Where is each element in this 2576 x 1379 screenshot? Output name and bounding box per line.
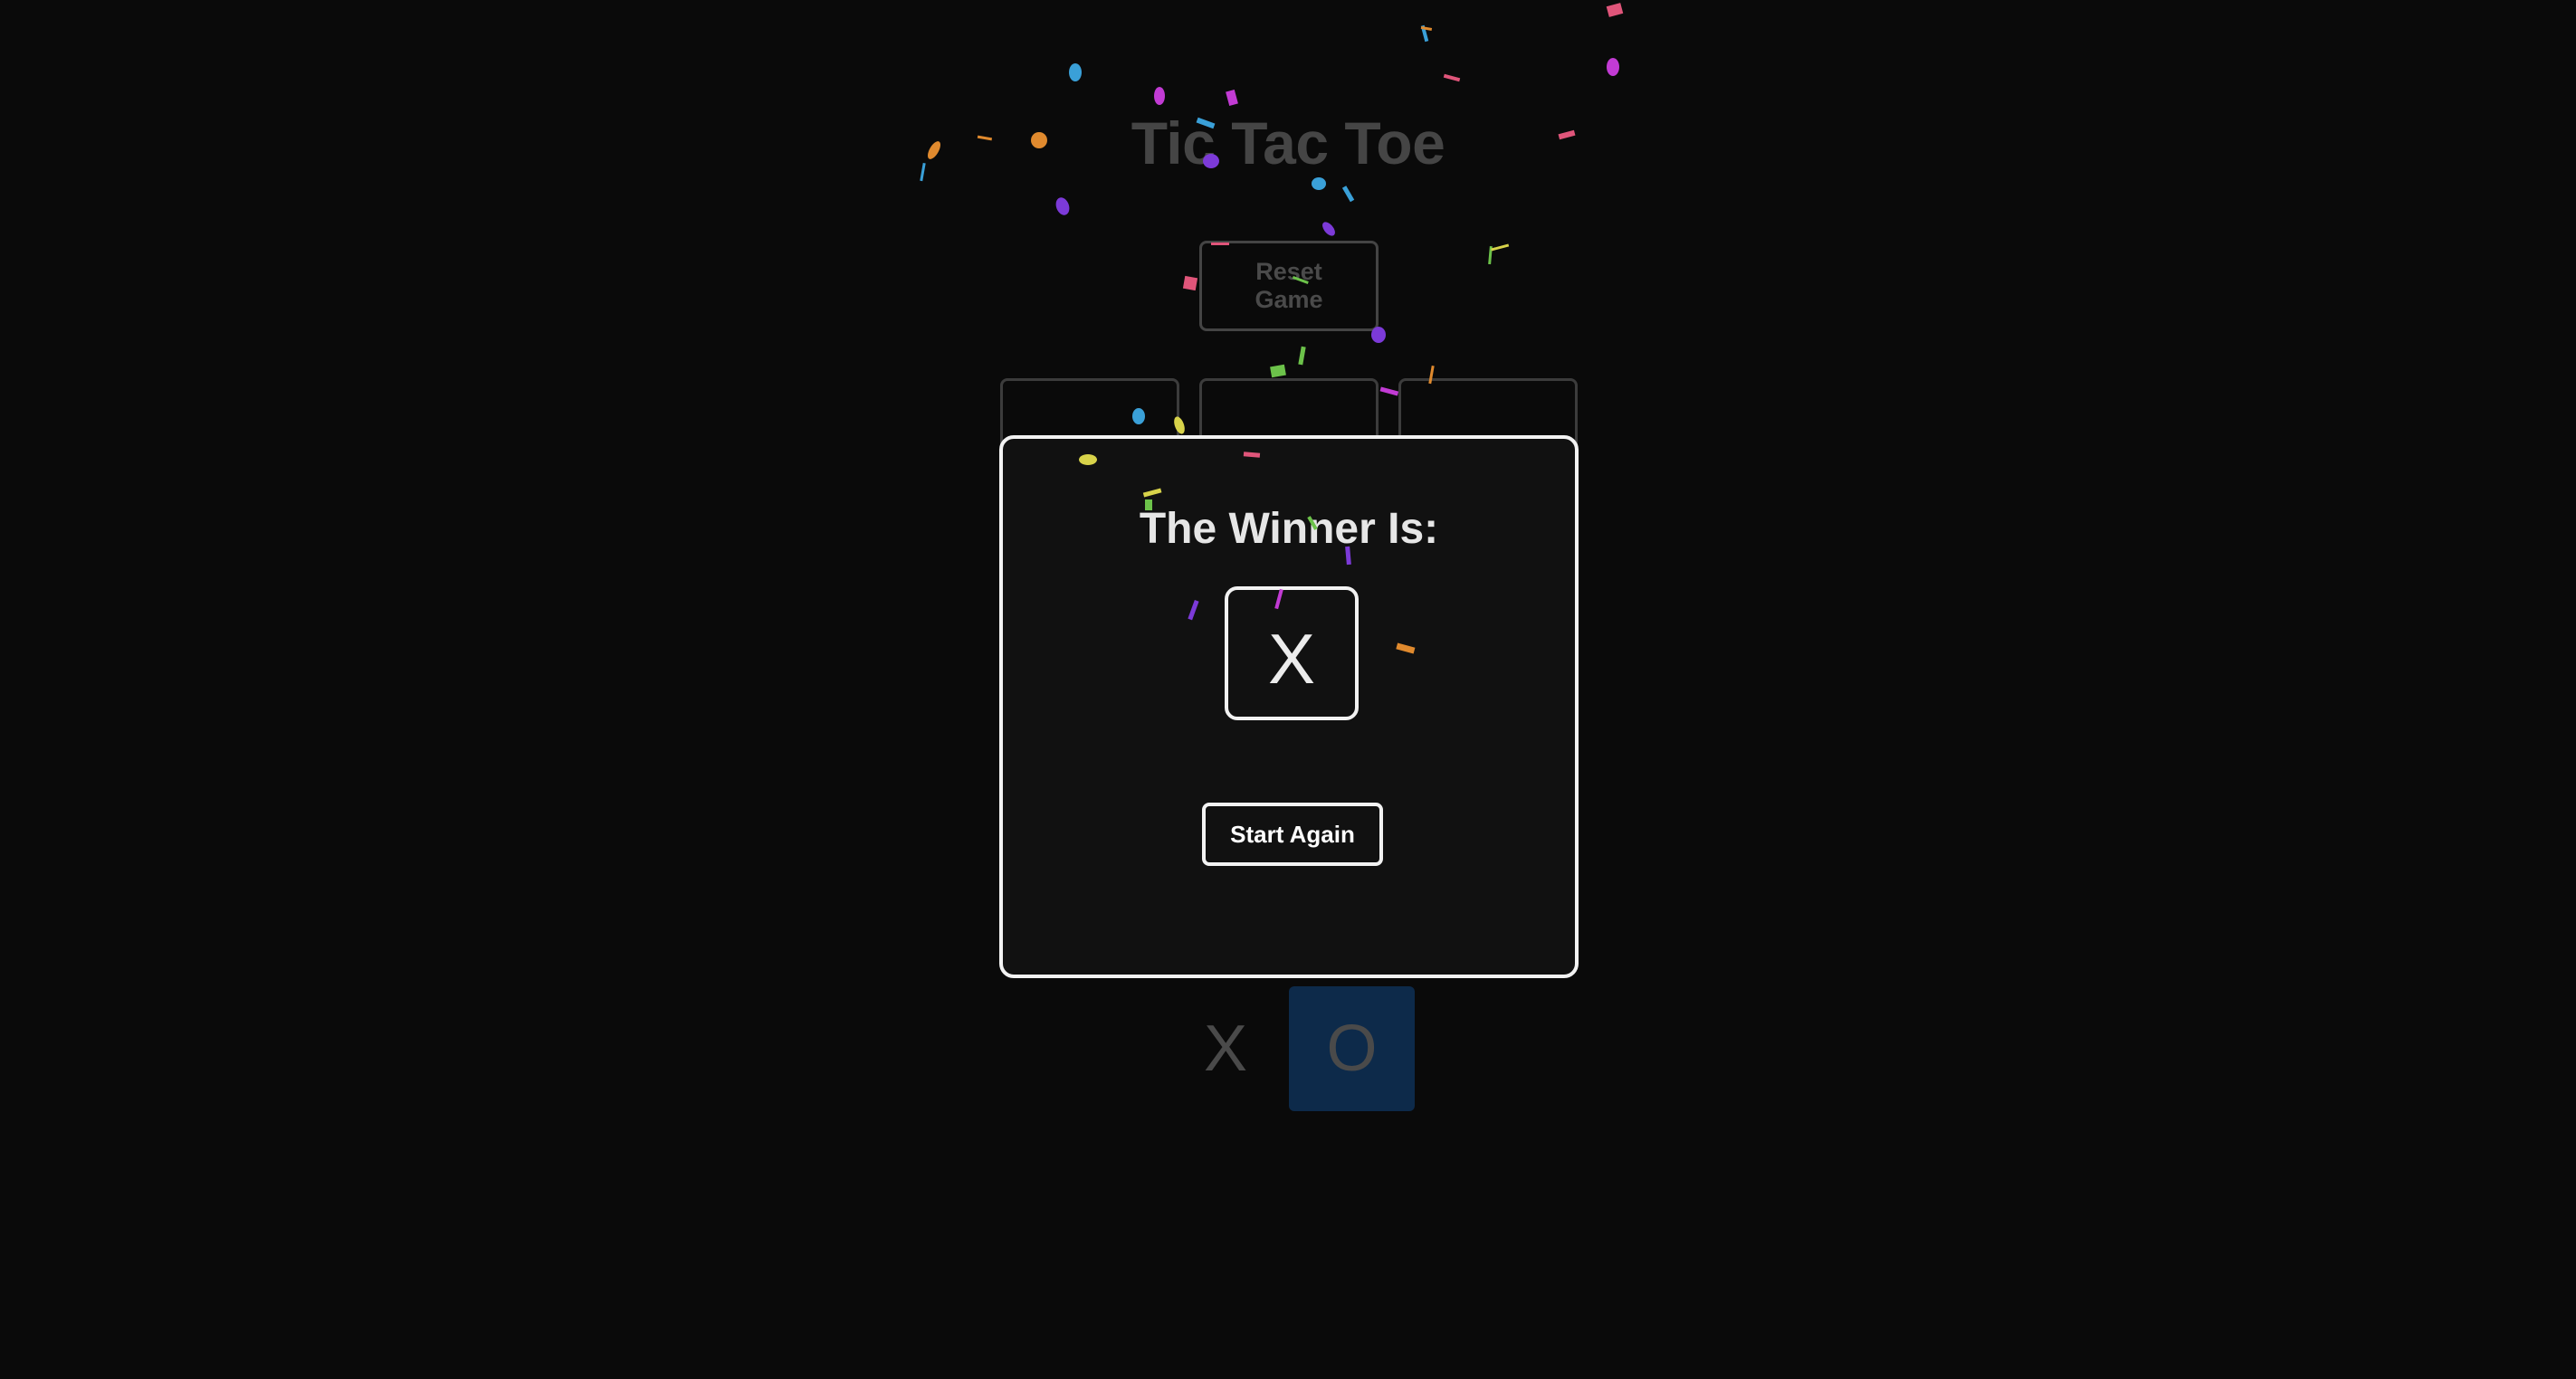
game-title: Tic Tac Toe — [1131, 109, 1445, 176]
winner-modal-title: The Winner Is: — [1139, 505, 1439, 553]
tic-tac-toe-page: Tic Tac Toe Reset Game X O The Winner Is… — [0, 0, 2576, 1379]
winner-modal: The Winner Is: X Start Again — [999, 435, 1579, 978]
winner-symbol: X — [1225, 586, 1359, 720]
reset-game-label: Reset Game — [1255, 258, 1323, 313]
reset-game-button[interactable]: Reset Game — [1199, 241, 1379, 331]
start-again-button[interactable]: Start Again — [1202, 803, 1383, 866]
turn-indicator-o: O — [1289, 986, 1415, 1111]
turn-indicator-x: X — [1203, 1013, 1248, 1085]
